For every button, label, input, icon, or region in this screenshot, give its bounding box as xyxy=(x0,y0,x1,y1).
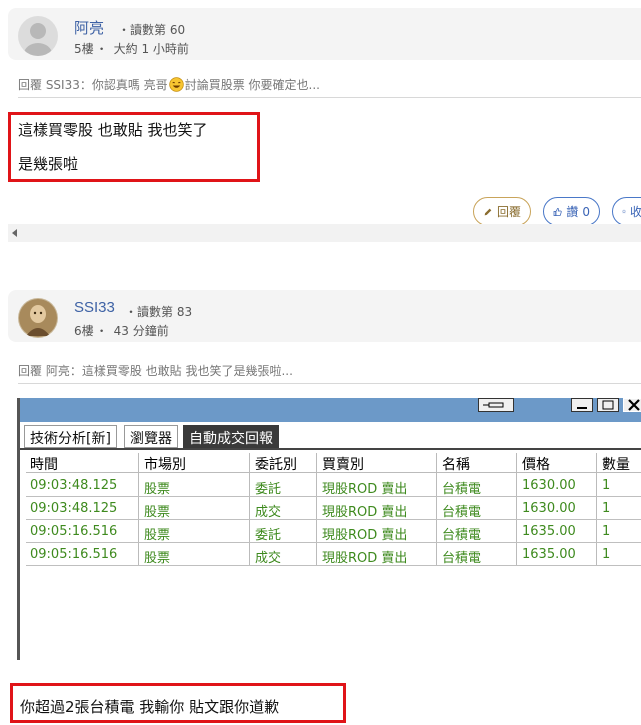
username[interactable]: 阿亮 xyxy=(74,17,104,38)
divider xyxy=(18,97,641,98)
cell-time: 09:03:48.125 xyxy=(30,501,118,516)
column-header: 委託別 xyxy=(255,457,297,473)
cell-quantity: 1 xyxy=(602,524,611,539)
post-header: SSI33 ・讀數第 83 6樓・ 43 分鐘前 xyxy=(8,290,641,342)
cell-side: 現股ROD 賣出 xyxy=(322,551,408,566)
laughing-emoji-icon xyxy=(168,77,184,92)
divider xyxy=(18,383,641,384)
table-row: 09:03:48.125 股票 成交 現股ROD 賣出 台積電 1630.00 … xyxy=(26,498,641,520)
pencil-icon xyxy=(484,208,492,215)
column-header: 市場別 xyxy=(144,457,186,473)
post-header: 阿亮 ・讀數第 60 5樓・大約 1 小時前 xyxy=(8,8,641,60)
column-header: 時間 xyxy=(30,457,58,473)
cell-name: 台積電 xyxy=(442,551,482,566)
maximize-icon xyxy=(597,398,619,412)
cell-name: 台積電 xyxy=(442,528,482,543)
floor-number: 5樓 xyxy=(74,42,94,56)
username[interactable]: SSI33 xyxy=(74,299,115,316)
reply-quote-text: 回覆 SSI33：你認真嗎 亮哥 xyxy=(18,78,168,92)
default-avatar[interactable] xyxy=(18,16,58,56)
cell-side: 現股ROD 賣出 xyxy=(322,528,408,543)
cell-quantity: 1 xyxy=(602,547,611,562)
cell-order-type: 成交 xyxy=(255,551,282,566)
reply-quote-text-suffix: 討論買股票 你要確定也... xyxy=(184,78,320,92)
cell-side: 現股ROD 賣出 xyxy=(322,505,408,520)
embedded-screenshot: 技術分析[新] 瀏覽器 自動成交回報 時間 市場別 委託別 買賣別 名稱 價格 … xyxy=(17,398,641,660)
restore-bar-icon xyxy=(478,398,514,412)
horizontal-scrollbar[interactable] xyxy=(8,224,641,242)
user-avatar[interactable] xyxy=(18,298,58,338)
cell-price: 1630.00 xyxy=(522,501,576,516)
cell-market: 股票 xyxy=(144,482,171,497)
read-count: ・讀數第 83 xyxy=(125,305,193,319)
post-time: 大約 1 小時前 xyxy=(113,42,189,56)
column-header: 名稱 xyxy=(442,457,470,473)
cell-side: 現股ROD 賣出 xyxy=(322,482,408,497)
cell-order-type: 委託 xyxy=(255,482,282,497)
cell-quantity: 1 xyxy=(602,478,611,493)
tab-auto-trade-report: 自動成交回報 xyxy=(183,425,279,448)
cell-quantity: 1 xyxy=(602,501,611,516)
cell-price: 1635.00 xyxy=(522,547,576,562)
cell-time: 09:03:48.125 xyxy=(30,478,118,493)
column-header: 數量 xyxy=(602,457,630,473)
post-content: 你超過2張台積電 我輸你 貼文跟你道歉 xyxy=(20,698,280,716)
post-meta: 6樓・ 43 分鐘前 xyxy=(74,324,169,338)
reply-quote[interactable]: 回覆 阿亮：這樣買零股 也敢貼 我也笑了是幾張啦... xyxy=(18,362,638,379)
post-meta: 5樓・大約 1 小時前 xyxy=(74,42,189,56)
star-icon xyxy=(622,209,626,214)
cell-order-type: 委託 xyxy=(255,528,282,543)
like-button[interactable]: 讚 0 xyxy=(543,197,600,226)
table-header: 時間 市場別 委託別 買賣別 名稱 價格 數量 xyxy=(26,453,641,473)
column-header: 買賣別 xyxy=(322,457,364,473)
reply-quote[interactable]: 回覆 SSI33：你認真嗎 亮哥 討論買股票 你要確定也... xyxy=(18,76,638,93)
favorite-button[interactable]: 收 xyxy=(612,197,641,226)
window-tabs: 技術分析[新] 瀏覽器 自動成交回報 xyxy=(20,422,641,450)
cell-market: 股票 xyxy=(144,528,171,543)
column-header: 價格 xyxy=(522,457,550,473)
post-content-line: 是幾張啦 xyxy=(18,155,79,173)
cell-name: 台積電 xyxy=(442,482,482,497)
reply-button-label: 回覆 xyxy=(496,205,521,219)
like-count: 0 xyxy=(582,204,590,219)
post-time: 43 分鐘前 xyxy=(113,324,169,338)
cell-price: 1635.00 xyxy=(522,524,576,539)
post-content-line: 這樣買零股 也敢貼 我也笑了 xyxy=(18,121,208,139)
close-icon xyxy=(623,398,641,412)
minimize-icon xyxy=(571,398,593,412)
read-count: ・讀數第 60 xyxy=(118,23,186,37)
cell-time: 09:05:16.516 xyxy=(30,547,118,562)
reply-button[interactable]: 回覆 xyxy=(473,197,531,226)
table-row: 09:05:16.516 股票 委託 現股ROD 賣出 台積電 1635.00 … xyxy=(26,521,641,543)
scroll-left-arrow-icon[interactable] xyxy=(12,229,17,237)
window-titlebar xyxy=(20,398,641,422)
like-button-label: 讚 xyxy=(566,205,579,219)
cell-market: 股票 xyxy=(144,551,171,566)
favorite-button-label: 收 xyxy=(629,205,641,219)
cell-order-type: 成交 xyxy=(255,505,282,520)
cell-price: 1630.00 xyxy=(522,478,576,493)
table-row: 09:05:16.516 股票 成交 現股ROD 賣出 台積電 1635.00 … xyxy=(26,544,641,566)
cell-name: 台積電 xyxy=(442,505,482,520)
thumbs-up-icon xyxy=(553,207,562,216)
tab-technical-analysis: 技術分析[新] xyxy=(24,425,117,448)
floor-number: 6樓 xyxy=(74,324,94,338)
cell-time: 09:05:16.516 xyxy=(30,524,118,539)
table-row: 09:03:48.125 股票 委託 現股ROD 賣出 台積電 1630.00 … xyxy=(26,475,641,497)
tab-browser: 瀏覽器 xyxy=(124,425,178,448)
cell-market: 股票 xyxy=(144,505,171,520)
